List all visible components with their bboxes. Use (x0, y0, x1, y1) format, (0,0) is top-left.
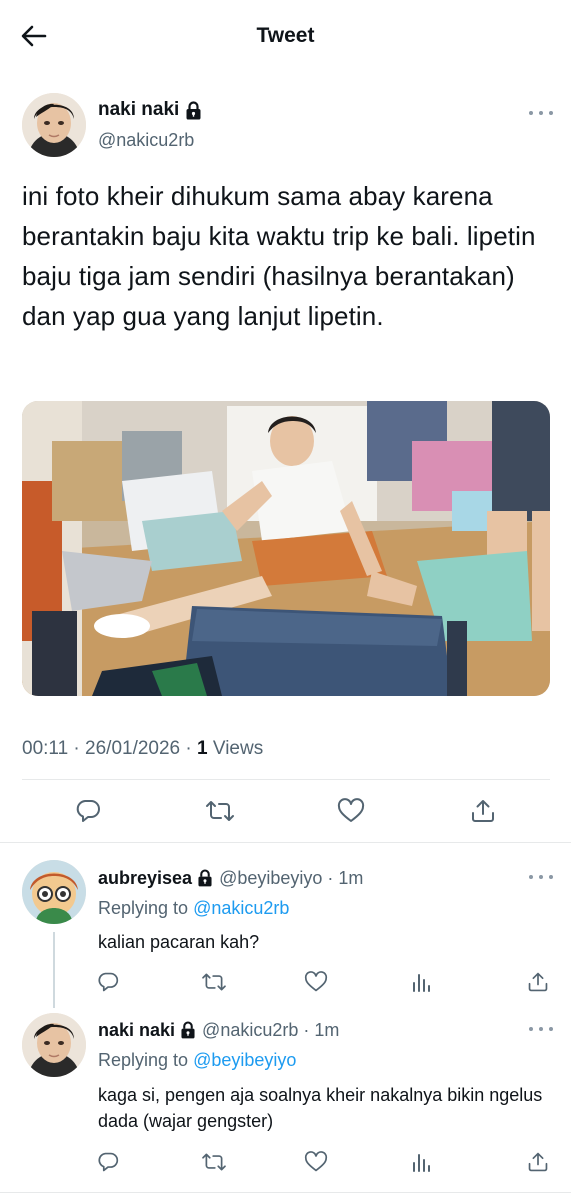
tweet-photo[interactable] (22, 401, 550, 696)
divider (0, 842, 571, 843)
more-dots-icon[interactable] (529, 1022, 553, 1036)
replying-to: Replying to @nakicu2rb (98, 896, 289, 920)
reply-time: 1m (314, 1020, 340, 1040)
share-icon (528, 972, 548, 992)
reply-author-name[interactable]: aubreyisea (98, 866, 212, 890)
divider (0, 1192, 571, 1193)
author-name[interactable]: naki naki (98, 97, 201, 123)
replying-to: Replying to @beyibeyiyo (98, 1048, 296, 1072)
replying-prefix: Replying to (98, 898, 189, 918)
avatar-image (22, 1013, 86, 1077)
reply-icon (98, 972, 119, 992)
page-title: Tweet (256, 24, 315, 47)
heart-icon (337, 798, 365, 822)
reply-text: kalian pacaran kah? (98, 932, 260, 952)
photo-illustration (22, 401, 550, 696)
like-button[interactable] (304, 1150, 328, 1174)
reply-icon (98, 1152, 119, 1172)
reply-separator: · (327, 868, 334, 888)
reply-header: aubreyisea @beyibeyiyo · 1m (98, 866, 363, 890)
divider (22, 779, 550, 780)
replying-to-link[interactable]: @beyibeyiyo (193, 1050, 296, 1070)
reply-handle-text: @beyibeyiyo (219, 868, 323, 888)
reply-icon (76, 800, 100, 822)
reply-button[interactable] (96, 970, 120, 994)
analytics-button[interactable] (409, 970, 433, 994)
author-name-text: naki naki (98, 99, 180, 120)
more-dots-icon[interactable] (529, 870, 553, 884)
views-label[interactable]: Views (213, 738, 263, 759)
analytics-icon (413, 1154, 430, 1172)
more-dots-icon[interactable] (529, 106, 553, 120)
replying-prefix: Replying to (98, 1050, 189, 1070)
lock-icon (198, 869, 212, 887)
analytics-icon (413, 974, 430, 992)
lock-icon (186, 100, 201, 119)
heart-icon (304, 1151, 328, 1172)
reply-button[interactable] (96, 1150, 120, 1174)
share-icon (528, 1152, 548, 1172)
avatar[interactable] (22, 93, 86, 157)
tweet-date: 26/01/2026 (85, 738, 181, 759)
replying-to-link[interactable]: @nakicu2rb (193, 898, 289, 918)
lock-icon (181, 1021, 195, 1039)
reply-handle-text: @nakicu2rb (202, 1020, 299, 1040)
reply-author-name[interactable]: naki naki (98, 1018, 195, 1042)
heart-icon (304, 971, 328, 992)
tweet-meta: 00:11 · 26/01/2026 · 1 Views (22, 736, 263, 762)
reply-author-handle[interactable]: @nakicu2rb · 1m (202, 1018, 339, 1042)
retweet-button[interactable] (205, 797, 235, 825)
retweet-button[interactable] (200, 1150, 228, 1174)
reply-text: kaga si, pengen aja soalnya kheir nakaln… (98, 1085, 543, 1131)
reply-separator: · (303, 1020, 310, 1040)
author-handle[interactable]: @nakicu2rb (98, 128, 194, 152)
retweet-icon (202, 973, 226, 991)
views-count: 1 (197, 738, 208, 759)
share-button[interactable] (526, 1150, 550, 1174)
reply-button[interactable] (74, 797, 102, 825)
like-button[interactable] (337, 797, 365, 825)
share-icon (472, 800, 494, 822)
thread-line (53, 932, 55, 1008)
meta-separator: · (73, 738, 80, 759)
analytics-button[interactable] (409, 1150, 433, 1174)
reply-author-name-text: naki naki (98, 1020, 176, 1040)
tweet-time: 00:11 (22, 738, 69, 759)
avatar[interactable] (22, 860, 86, 924)
reply-author-handle[interactable]: @beyibeyiyo · 1m (219, 866, 363, 890)
like-button[interactable] (304, 970, 328, 994)
retweet-button[interactable] (200, 970, 228, 994)
avatar[interactable] (22, 1013, 86, 1077)
reply-time: 1m (338, 868, 364, 888)
reply-author-name-text: aubreyisea (98, 868, 193, 888)
retweet-icon (206, 801, 234, 821)
avatar-image (22, 860, 86, 924)
meta-separator: · (185, 738, 192, 759)
avatar-image (22, 93, 86, 157)
retweet-icon (202, 1153, 226, 1171)
reply-header: naki naki @nakicu2rb · 1m (98, 1018, 339, 1042)
share-button[interactable] (526, 970, 550, 994)
tweet-text: ini foto kheir dihukum sama abay karena … (22, 181, 536, 331)
share-button[interactable] (469, 797, 497, 825)
